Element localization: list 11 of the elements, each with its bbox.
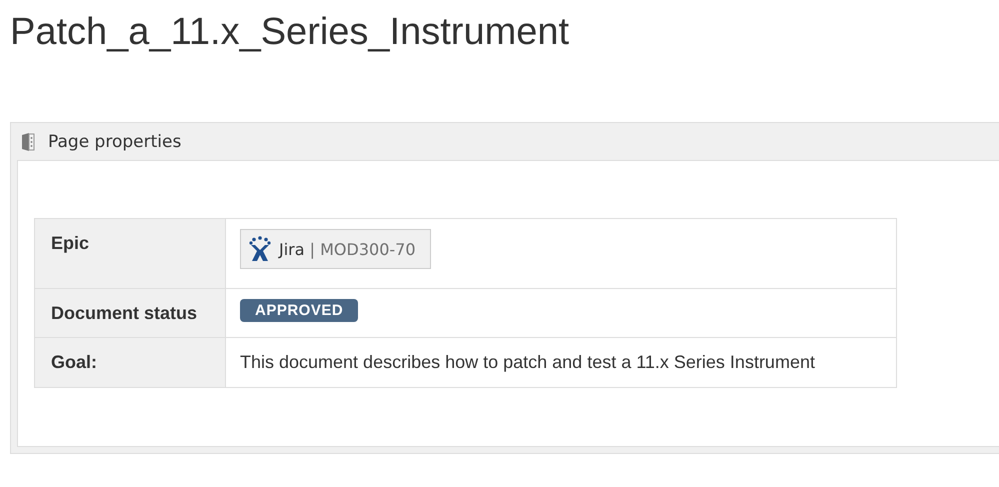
page-title: Patch_a_11.x_Series_Instrument xyxy=(9,10,570,54)
issue-key: Jira | MOD300-70 xyxy=(279,240,416,258)
jira-issue-link[interactable]: Jira | MOD300-70 xyxy=(240,229,431,269)
panel-title: Page properties xyxy=(48,132,182,152)
label-cell: Document status xyxy=(34,288,226,338)
label-cell: Epic xyxy=(34,218,226,288)
status-lozenge: APPROVED xyxy=(240,299,358,322)
door-icon xyxy=(21,132,35,150)
jira-logo-icon xyxy=(249,236,271,262)
label-cell: Goal: xyxy=(34,338,226,388)
value-cell: This document describes how to patch and test a 11.x Series Instrument xyxy=(226,338,896,388)
